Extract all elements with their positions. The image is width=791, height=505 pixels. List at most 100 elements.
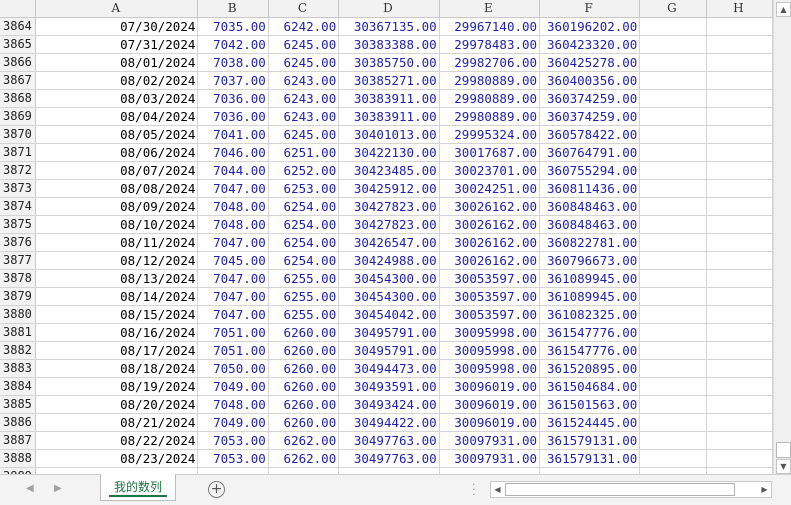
cell-h[interactable] xyxy=(706,215,773,234)
cell-e[interactable]: 30053597.00 xyxy=(439,269,541,288)
cell-d[interactable]: 30383911.00 xyxy=(338,89,440,108)
cell-g[interactable] xyxy=(639,269,707,288)
cell-e[interactable]: 30095998.00 xyxy=(439,323,541,342)
cell-h[interactable] xyxy=(706,251,773,270)
cell-g[interactable] xyxy=(639,449,707,468)
cell-a[interactable]: 08/04/2024 xyxy=(35,107,199,126)
cell-d[interactable]: 30426547.00 xyxy=(338,233,440,252)
row-number[interactable]: 3877 xyxy=(0,251,37,270)
cell-a[interactable]: 08/09/2024 xyxy=(35,197,199,216)
cell-b[interactable]: 7047.00 xyxy=(197,305,269,324)
row-number[interactable]: 3881 xyxy=(0,323,37,342)
cell-h[interactable] xyxy=(706,161,773,180)
cell-a[interactable]: 08/21/2024 xyxy=(35,413,199,432)
cell-h[interactable] xyxy=(706,143,773,162)
scroll-right-icon[interactable]: ▶ xyxy=(758,482,771,497)
cell-f[interactable]: 360374259.00 xyxy=(539,107,641,126)
cell-h[interactable] xyxy=(706,179,773,198)
cell-e[interactable]: 30095998.00 xyxy=(439,359,541,378)
column-header-g[interactable]: G xyxy=(639,0,707,18)
cell-a[interactable]: 08/08/2024 xyxy=(35,179,199,198)
cell-b[interactable]: 7045.00 xyxy=(197,251,269,270)
cell-b[interactable]: 7047.00 xyxy=(197,269,269,288)
cell-a[interactable]: 08/19/2024 xyxy=(35,377,199,396)
cell-f[interactable]: 361579131.00 xyxy=(539,431,641,450)
column-header-d[interactable]: D xyxy=(338,0,440,18)
cell-g[interactable] xyxy=(639,251,707,270)
cell-c[interactable]: 6245.00 xyxy=(268,35,340,54)
cell-d[interactable]: 30493424.00 xyxy=(338,395,440,414)
cell-f[interactable]: 361089945.00 xyxy=(539,287,641,306)
cell-a[interactable]: 08/12/2024 xyxy=(35,251,199,270)
cell-c[interactable]: 6243.00 xyxy=(268,107,340,126)
cell-b[interactable]: 7049.00 xyxy=(197,377,269,396)
cell-f[interactable]: 360811436.00 xyxy=(539,179,641,198)
cell-f[interactable]: 360755294.00 xyxy=(539,161,641,180)
cell-g[interactable] xyxy=(639,305,707,324)
row-number[interactable]: 3868 xyxy=(0,89,37,108)
cell-e[interactable]: 30017687.00 xyxy=(439,143,541,162)
cell-c[interactable]: 6260.00 xyxy=(268,377,340,396)
cell-e[interactable]: 30096019.00 xyxy=(439,395,541,414)
cell-a[interactable]: 08/02/2024 xyxy=(35,71,199,90)
cell-e[interactable]: 29980889.00 xyxy=(439,89,541,108)
cell-f[interactable]: 361524445.00 xyxy=(539,413,641,432)
row-number[interactable]: 3883 xyxy=(0,359,37,378)
cell-h[interactable] xyxy=(706,197,773,216)
cell-d[interactable]: 30424988.00 xyxy=(338,251,440,270)
row-number[interactable]: 3876 xyxy=(0,233,37,252)
cell-c[interactable]: 6254.00 xyxy=(268,251,340,270)
cell-h[interactable] xyxy=(706,287,773,306)
cell-b[interactable]: 7041.00 xyxy=(197,125,269,144)
row-number[interactable]: 3885 xyxy=(0,395,37,414)
cell-b[interactable]: 7037.00 xyxy=(197,71,269,90)
cell-f[interactable]: 360578422.00 xyxy=(539,125,641,144)
row-number[interactable]: 3888 xyxy=(0,449,37,468)
row-number[interactable]: 3887 xyxy=(0,431,37,450)
cell-a[interactable]: 08/11/2024 xyxy=(35,233,199,252)
cell-d[interactable]: 30383911.00 xyxy=(338,107,440,126)
cell-b[interactable]: 7053.00 xyxy=(197,431,269,450)
cell-g[interactable] xyxy=(639,323,707,342)
row-number[interactable]: 3873 xyxy=(0,179,37,198)
cell-b[interactable]: 7051.00 xyxy=(197,323,269,342)
cell-e[interactable]: 30096019.00 xyxy=(439,377,541,396)
scroll-up-icon[interactable]: ▲ xyxy=(776,2,791,17)
cell-a[interactable]: 08/05/2024 xyxy=(35,125,199,144)
cell-e[interactable]: 29982706.00 xyxy=(439,53,541,72)
cell-g[interactable] xyxy=(639,359,707,378)
cell-g[interactable] xyxy=(639,17,707,36)
cell-c[interactable]: 6255.00 xyxy=(268,287,340,306)
cell-h[interactable] xyxy=(706,413,773,432)
cell-d[interactable]: 30497763.00 xyxy=(338,449,440,468)
cell-d[interactable]: 30497763.00 xyxy=(338,431,440,450)
cell-c[interactable]: 6242.00 xyxy=(268,17,340,36)
horizontal-scroll-thumb[interactable] xyxy=(505,483,735,496)
cell-h[interactable] xyxy=(706,53,773,72)
cell-h[interactable] xyxy=(706,431,773,450)
cell-a[interactable]: 08/18/2024 xyxy=(35,359,199,378)
cell-c[interactable]: 6260.00 xyxy=(268,413,340,432)
cell-d[interactable]: 30495791.00 xyxy=(338,341,440,360)
row-number[interactable]: 3866 xyxy=(0,53,37,72)
cell-c[interactable]: 6262.00 xyxy=(268,431,340,450)
cell-f[interactable]: 361089945.00 xyxy=(539,269,641,288)
column-header-h[interactable]: H xyxy=(706,0,773,18)
add-sheet-icon[interactable]: + xyxy=(208,481,225,498)
cell-d[interactable]: 30427823.00 xyxy=(338,215,440,234)
cell-f[interactable]: 360400356.00 xyxy=(539,71,641,90)
row-number[interactable]: 3878 xyxy=(0,269,37,288)
cell-h[interactable] xyxy=(706,125,773,144)
cell-e[interactable]: 29978483.00 xyxy=(439,35,541,54)
cell-c[interactable]: 6245.00 xyxy=(268,53,340,72)
cell-h[interactable] xyxy=(706,395,773,414)
cell-a[interactable]: 08/20/2024 xyxy=(35,395,199,414)
cell-e[interactable]: 30097931.00 xyxy=(439,449,541,468)
row-number[interactable]: 3875 xyxy=(0,215,37,234)
cell-c[interactable]: 6260.00 xyxy=(268,341,340,360)
cell-g[interactable] xyxy=(639,233,707,252)
cell-b[interactable]: 7036.00 xyxy=(197,89,269,108)
cell-g[interactable] xyxy=(639,161,707,180)
cell-a[interactable]: 08/07/2024 xyxy=(35,161,199,180)
cell-f[interactable]: 360425278.00 xyxy=(539,53,641,72)
